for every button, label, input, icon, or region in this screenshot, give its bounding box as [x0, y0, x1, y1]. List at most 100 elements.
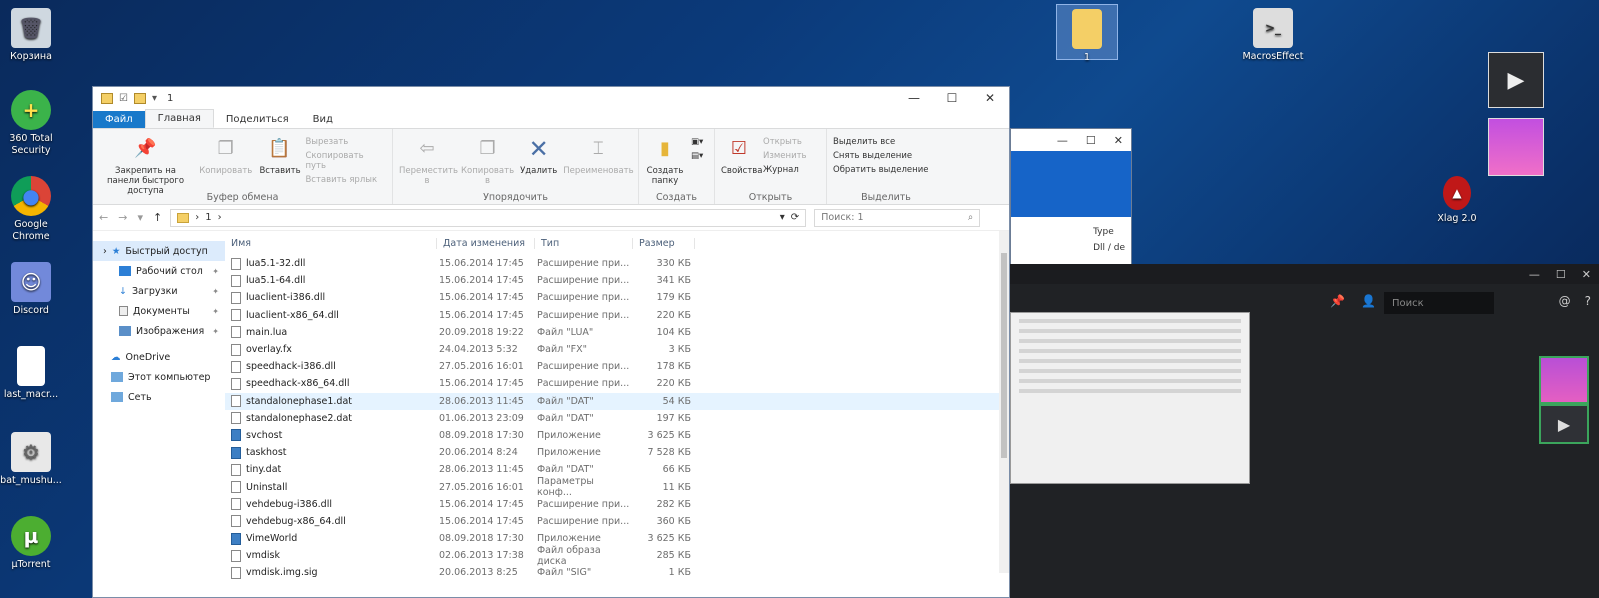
file-row[interactable]: lua5.1-64.dll 15.06.2014 17:45 Расширение … [225, 272, 1009, 289]
back-icon[interactable]: ← [99, 211, 108, 224]
tab-share[interactable]: Поделиться [214, 111, 301, 128]
tab-file[interactable]: Файл [93, 111, 145, 128]
up-icon[interactable]: ↑ [153, 211, 162, 224]
desktop-icon-360[interactable]: + 360 Total Security [0, 90, 62, 157]
mention-icon[interactable]: @ [1559, 294, 1571, 308]
file-row[interactable]: speedhack-x86_64.dll 15.06.2014 17:45 Расш… [225, 375, 1009, 392]
copy-to-button[interactable]: ❐ Копировать в [461, 133, 514, 190]
desktop-icon-last-macr[interactable]: last_macr... [0, 346, 62, 401]
select-none-button[interactable]: Снять выделение [833, 151, 928, 161]
camera-icon[interactable]: ▶ [1539, 404, 1589, 444]
open-button[interactable]: Открыть [763, 137, 807, 147]
file-row[interactable]: luaclient-x86_64.dll 15.06.2014 17:45 Расш… [225, 307, 1009, 324]
copy-button[interactable]: ❐ Копировать [198, 133, 253, 190]
maximize-button[interactable]: ☐ [933, 91, 971, 105]
properties-button[interactable]: ☑ Свойства [721, 133, 763, 190]
search-input[interactable]: Поиск: 1 ⌕ [814, 208, 981, 227]
paste-shortcut-button[interactable]: Вставить ярлык [305, 175, 386, 185]
close-icon[interactable]: ✕ [1114, 134, 1123, 147]
desktop-icon-chrome[interactable]: ● Google Chrome [0, 176, 62, 243]
properties-icon[interactable]: ☑ [119, 93, 128, 104]
file-type: Расширение при... [537, 292, 630, 304]
edit-button[interactable]: Изменить [763, 151, 807, 161]
forward-icon[interactable]: → [118, 211, 127, 224]
file-row[interactable]: vehdebug-x86_64.dll 15.06.2014 17:45 Расши… [225, 513, 1009, 530]
select-all-button[interactable]: Выделить все [833, 137, 928, 147]
column-name[interactable]: Имя [225, 237, 437, 249]
history-button[interactable]: Журнал [763, 165, 807, 175]
discord-search-input[interactable]: Поиск [1384, 292, 1494, 314]
camera-icon[interactable]: ▶ [1488, 52, 1544, 108]
nav-this-pc[interactable]: Этот компьютер [93, 367, 225, 387]
column-type[interactable]: Тип [535, 237, 633, 249]
chevron-down-icon[interactable]: ▾ [152, 93, 157, 104]
desktop-icon-utorrent[interactable]: µ µTorrent [0, 516, 62, 571]
desktop-icon-folder-1[interactable]: 1 [1056, 4, 1118, 63]
file-row[interactable]: svchost 08.09.2018 17:30 Приложение 3 625 К… [225, 427, 1009, 444]
file-row[interactable]: vmdisk 02.06.2013 17:38 Файл образа диска 2… [225, 545, 1009, 567]
paste-button[interactable]: 📋 Вставить [259, 133, 300, 190]
cut-button[interactable]: Вырезать [305, 137, 386, 147]
file-name-cell: luaclient-x86_64.dll [225, 309, 435, 322]
file-row[interactable]: speedhack-i386.dll 27.05.2016 16:01 Расшир… [225, 358, 1009, 375]
tab-home[interactable]: Главная [144, 109, 214, 128]
new-item-icon[interactable]: ▣▾ [691, 137, 703, 147]
column-date[interactable]: Дата изменения [437, 237, 535, 249]
copy-path-button[interactable]: Скопировать путь [305, 151, 386, 171]
nav-documents[interactable]: Документы ✦ [93, 301, 225, 321]
nav-onedrive[interactable]: ☁ OneDrive [93, 347, 225, 367]
easy-access-icon[interactable]: ▤▾ [691, 151, 703, 161]
file-row[interactable]: overlay.fx 24.04.2013 5:32 Файл "FX" 3 КБ [225, 341, 1009, 358]
nav-network[interactable]: Сеть [93, 387, 225, 407]
new-folder-icon[interactable] [133, 92, 146, 104]
vertical-scrollbar[interactable] [999, 231, 1009, 573]
file-row[interactable]: lua5.1-32.dll 15.06.2014 17:45 Расширение … [225, 255, 1009, 272]
maximize-icon[interactable]: ☐ [1086, 134, 1096, 147]
file-icon [231, 395, 241, 408]
minimize-icon[interactable]: — [1529, 268, 1540, 281]
nav-desktop[interactable]: Рабочий стол ✦ [93, 261, 225, 281]
close-icon[interactable]: ✕ [1582, 268, 1591, 281]
file-row[interactable]: standalonephase1.dat 28.06.2013 11:45 Файл… [225, 392, 1009, 410]
file-row[interactable]: main.lua 20.09.2018 19:22 Файл "LUA" 104 КБ [225, 324, 1009, 341]
desktop-icon-bat-mushu[interactable]: ⚙ bat_mushu... [0, 432, 62, 487]
desktop-icon [119, 266, 131, 276]
file-row[interactable]: luaclient-i386.dll 15.06.2014 17:45 Расшир… [225, 289, 1009, 306]
desktop-icon-discord[interactable]: ☺ Discord [0, 262, 62, 317]
add-member-icon[interactable]: 👤 [1361, 294, 1376, 308]
pin-icon[interactable]: 📌 [1330, 294, 1345, 308]
help-icon[interactable]: ? [1585, 294, 1591, 308]
file-row[interactable]: taskhost 20.06.2014 8:24 Приложение 7 528 К… [225, 444, 1009, 461]
recent-icon[interactable]: ▾ [137, 211, 143, 224]
refresh-icon[interactable]: ⟳ [791, 212, 799, 223]
tab-view[interactable]: Вид [301, 111, 345, 128]
column-size[interactable]: Размер [633, 237, 695, 249]
scrollbar-thumb[interactable] [1001, 253, 1007, 459]
file-name-cell: vehdebug-i386.dll [225, 498, 435, 511]
close-button[interactable]: ✕ [971, 91, 1009, 105]
file-row[interactable]: vmdisk.img.sig 20.06.2013 8:25 Файл "SIG" 1… [225, 564, 1009, 581]
nav-quick-access[interactable]: › ★ Быстрый доступ [93, 241, 225, 261]
file-row[interactable]: vehdebug-i386.dll 15.06.2014 17:45 Расшире… [225, 496, 1009, 513]
maximize-icon[interactable]: ☐ [1556, 268, 1566, 281]
delete-button[interactable]: ✕ Удалить [520, 133, 557, 190]
nav-pictures[interactable]: Изображения ✦ [93, 321, 225, 341]
minimize-icon[interactable]: — [1057, 134, 1068, 147]
move-to-button[interactable]: ⇦ Переместить в [399, 133, 458, 190]
address-input[interactable]: › 1 › ▾ ⟳ [170, 208, 807, 227]
file-size: 285 КБ [656, 550, 691, 562]
desktop-icon-recycle-bin[interactable]: 🗑 Корзина [0, 8, 62, 63]
chevron-down-icon[interactable]: ▾ [780, 212, 785, 223]
new-folder-button[interactable]: ▮ Создать папку [645, 133, 685, 190]
file-size: 11 КБ [662, 481, 691, 493]
file-row[interactable]: standalonephase2.dat 01.06.2013 23:09 Файл… [225, 410, 1009, 427]
desktop-icon-xlag[interactable]: ▲ Xlag 2.0 [1426, 176, 1488, 225]
desktop-icon-macroseffect[interactable]: >_ MacrosEffect [1242, 8, 1304, 63]
minimize-button[interactable]: — [895, 91, 933, 105]
invert-selection-button[interactable]: Обратить выделение [833, 165, 928, 175]
rename-button[interactable]: ⌶ Переименовать [563, 133, 633, 190]
nav-downloads[interactable]: ↓ Загрузки ✦ [93, 281, 225, 301]
breadcrumb[interactable]: 1 [205, 212, 211, 223]
pin-quick-access-button[interactable]: 📌 Закрепить на панели быстрого доступа [99, 133, 192, 197]
file-row[interactable]: Uninstall 27.05.2016 16:01 Параметры конф.… [225, 476, 1009, 498]
